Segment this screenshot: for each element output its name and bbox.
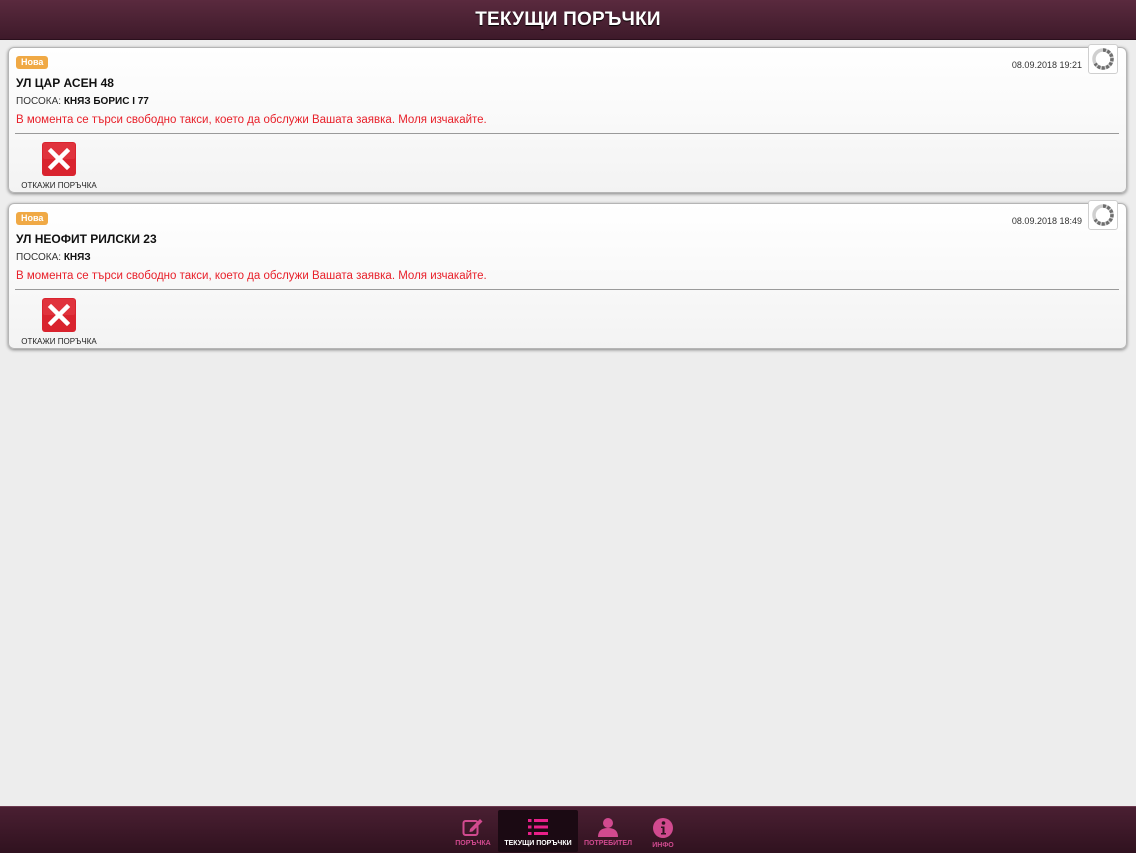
cancel-x-icon bbox=[42, 298, 76, 332]
tab-current-orders-label: ТЕКУЩИ ПОРЪЧКИ bbox=[504, 840, 572, 847]
order-datetime: 08.09.2018 19:21 bbox=[1011, 60, 1082, 70]
order-address: УЛ НЕОФИТ РИЛСКИ 23 bbox=[16, 232, 157, 246]
order-direction: ПОСОКА: КНЯЗ БОРИС I 77 bbox=[16, 96, 149, 107]
direction-value: КНЯЗ bbox=[63, 252, 91, 263]
order-direction: ПОСОКА: КНЯЗ bbox=[16, 252, 91, 263]
page-title: ТЕКУЩИ ПОРЪЧКИ bbox=[475, 8, 661, 30]
tab-info-label: ИНФО bbox=[652, 842, 674, 849]
order-status-message: В момента се търси свободно такси, което… bbox=[16, 270, 487, 282]
tab-current-orders[interactable]: ТЕКУЩИ ПОРЪЧКИ bbox=[498, 810, 578, 852]
cancel-order-label: ОТКАЖИ ПОРЪЧКА bbox=[21, 337, 97, 346]
status-badge: Нова bbox=[16, 56, 49, 69]
cancel-order-label: ОТКАЖИ ПОРЪЧКА bbox=[21, 181, 97, 190]
divider bbox=[15, 133, 1119, 134]
cancel-order-button[interactable]: ОТКАЖИ ПОРЪЧКА bbox=[19, 142, 99, 190]
tab-order-label: ПОРЪЧКА bbox=[455, 840, 491, 847]
tab-order[interactable]: ПОРЪЧКА bbox=[450, 810, 496, 852]
divider bbox=[15, 289, 1119, 290]
list-icon bbox=[528, 819, 548, 835]
direction-value: КНЯЗ БОРИС I 77 bbox=[63, 96, 149, 107]
order-card[interactable]: Нова 08.09.2018 18:49 УЛ НЕОФИТ РИЛСКИ 2… bbox=[8, 200, 1127, 349]
order-address: УЛ ЦАР АСЕН 48 bbox=[16, 76, 114, 90]
order-card[interactable]: Нова 08.09.2018 19:21 УЛ ЦАР АСЕН 48 ПОС… bbox=[8, 44, 1127, 193]
order-datetime: 08.09.2018 18:49 bbox=[1011, 216, 1082, 226]
user-icon bbox=[598, 818, 618, 837]
loading-spinner-icon bbox=[1088, 44, 1118, 74]
edit-icon bbox=[462, 819, 483, 836]
bottom-tab-bar: ПОРЪЧКА ТЕКУЩИ ПОРЪЧКИ ПОТРЕБИТЕЛ ИНФО bbox=[0, 806, 1136, 853]
direction-label: ПОСОКА: bbox=[16, 96, 62, 107]
tab-info[interactable]: ИНФО bbox=[645, 810, 681, 852]
tab-user-label: ПОТРЕБИТЕЛ bbox=[583, 840, 632, 847]
order-status-message: В момента се търси свободно такси, което… bbox=[16, 114, 487, 126]
status-badge: Нова bbox=[16, 212, 49, 225]
cancel-x-icon bbox=[42, 142, 76, 176]
info-icon bbox=[653, 818, 673, 838]
loading-spinner-icon bbox=[1088, 200, 1118, 230]
cancel-order-button[interactable]: ОТКАЖИ ПОРЪЧКА bbox=[19, 298, 99, 346]
app-header: ТЕКУЩИ ПОРЪЧКИ bbox=[0, 0, 1136, 40]
direction-label: ПОСОКА: bbox=[16, 252, 62, 263]
tab-user[interactable]: ПОТРЕБИТЕЛ bbox=[580, 810, 636, 852]
